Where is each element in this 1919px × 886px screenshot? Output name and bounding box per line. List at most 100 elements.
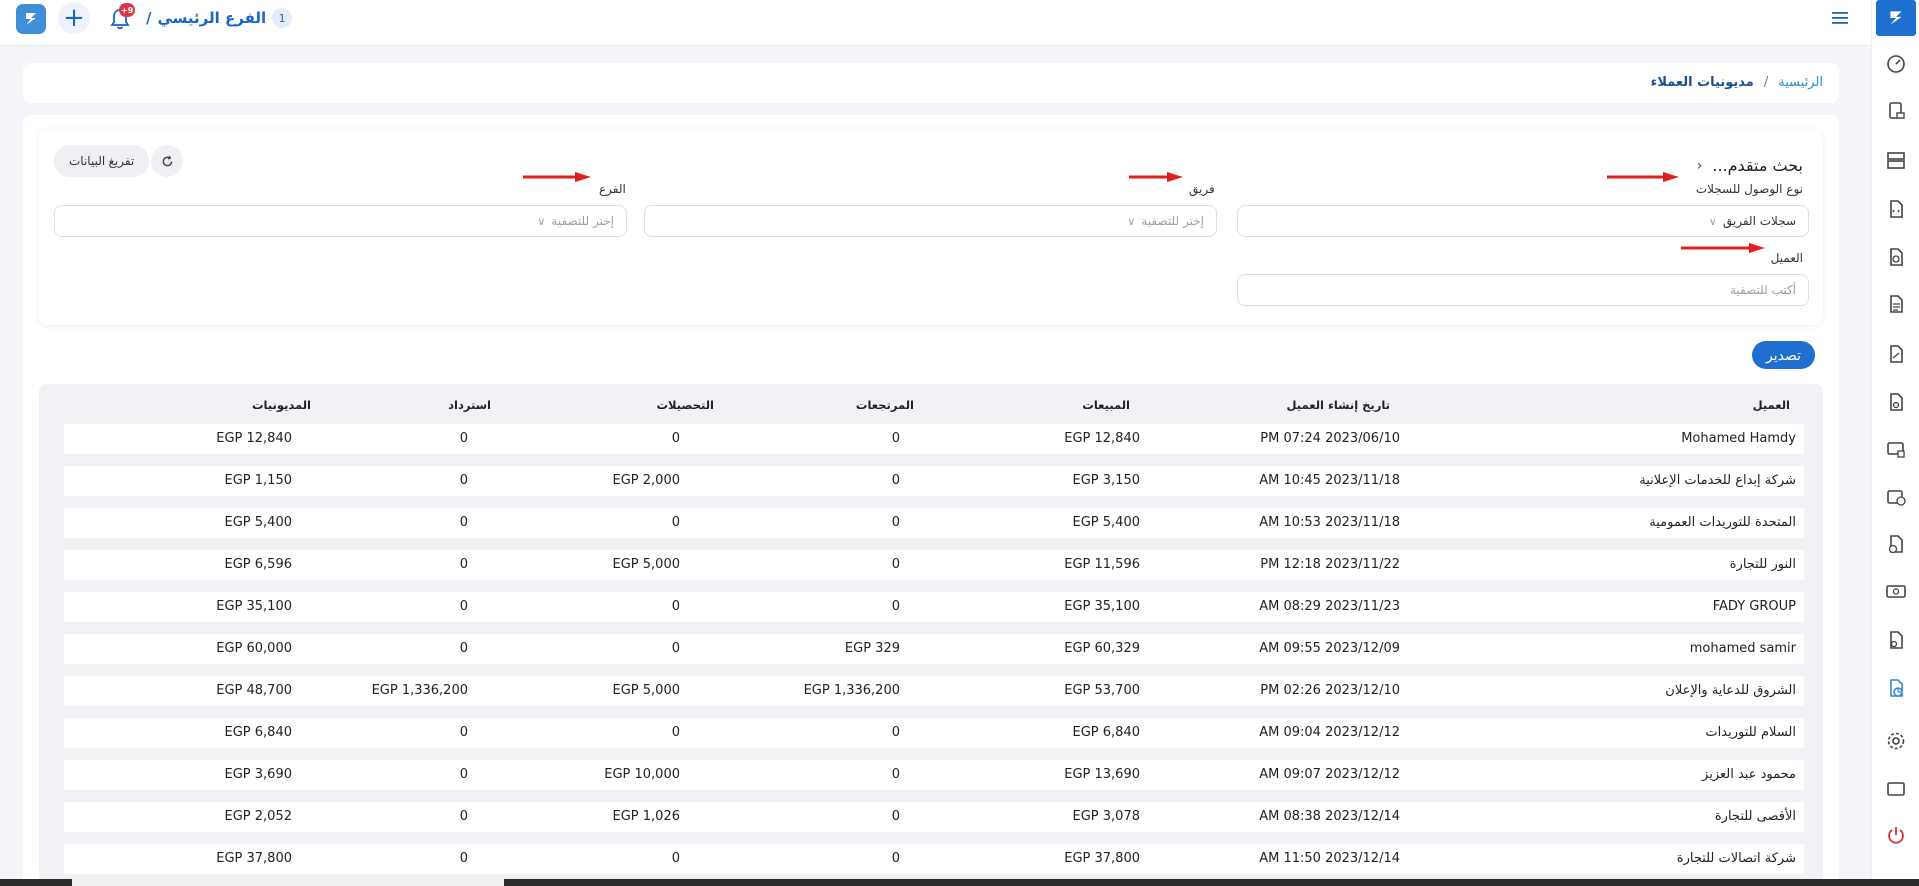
cell-collections: EGP 1,026 (612, 809, 680, 824)
chevron-down-icon: ∨ (537, 214, 546, 228)
invoice-icon[interactable] (1884, 99, 1908, 123)
cell-collections: EGP 5,000 (612, 557, 680, 572)
cell-debts: EGP 12,840 (216, 431, 292, 446)
cell-customer: المتحدة للتوريدات العمومية (1649, 515, 1796, 530)
table-row[interactable]: mohamed samir AM 09:55 2023/12/09 EGP 60,3… (64, 634, 1804, 664)
column-header-created[interactable]: تاريخ إنشاء العميل (1287, 398, 1390, 412)
annotation-arrow-branch (523, 172, 591, 182)
team-placeholder: إختر للتصفية (1141, 214, 1204, 228)
table-row[interactable]: السلام للتوريدات AM 09:04 2023/12/12 EGP 6… (64, 718, 1804, 748)
advanced-search-title: بحث متقدم... (1712, 156, 1803, 175)
branch-selector[interactable]: / الفرع الرئيسي 1 (146, 6, 293, 30)
window-icon[interactable] (1884, 777, 1908, 801)
access-type-select[interactable]: سجلات الفريق ∨ (1237, 205, 1809, 237)
cell-sales: EGP 60,329 (1064, 641, 1140, 656)
column-header-debts[interactable]: المديونيات (252, 398, 311, 412)
table-row[interactable]: الشروق للدعاية والإعلان PM 02:26 2023/12/… (64, 676, 1804, 706)
customer-input[interactable]: أكتب للتصفية (1237, 274, 1809, 306)
menu-toggle-button[interactable] (1829, 8, 1851, 28)
cell-collections: 0 (671, 515, 680, 530)
cash-register-icon[interactable] (1884, 148, 1908, 172)
plus-icon: + (63, 3, 85, 33)
access-type-label: نوع الوصول للسجلات (1695, 182, 1803, 196)
advanced-search-toggle[interactable]: بحث متقدم... ‹ (1697, 156, 1803, 175)
customer-label: العميل (1770, 251, 1803, 265)
cell-debts: EGP 60,000 (216, 641, 292, 656)
cell-customer: النور للتجارة (1729, 557, 1796, 572)
column-header-sales[interactable]: المبيعات (1082, 398, 1130, 412)
document-list-icon[interactable] (1884, 292, 1908, 316)
cell-customer: FADY GROUP (1712, 599, 1796, 614)
cell-refund: 0 (459, 515, 468, 530)
document-discount-icon[interactable] (1884, 245, 1908, 269)
breadcrumb-home-link[interactable]: الرئيسية (1778, 75, 1823, 90)
reports-chart-icon[interactable] (1884, 676, 1908, 700)
power-logout-icon[interactable] (1884, 823, 1908, 847)
column-header-customer[interactable]: العميل (1753, 398, 1790, 412)
refresh-button[interactable] (151, 145, 183, 177)
bottom-bar-segment (72, 879, 504, 886)
table-row[interactable]: الأقصى للتجارة AM 08:38 2023/12/14 EGP 3,0… (64, 802, 1804, 832)
column-header-returns[interactable]: المرتجعات (856, 398, 914, 412)
cell-customer: السلام للتوريدات (1705, 725, 1796, 740)
cell-collections: EGP 5,000 (612, 683, 680, 698)
notification-badge: +9 (119, 3, 136, 17)
branch-placeholder: إختر للتصفية (551, 214, 614, 228)
page-title: مديونيات العملاء (1650, 75, 1754, 90)
cell-sales: EGP 53,700 (1064, 683, 1140, 698)
cell-refund: 0 (459, 809, 468, 824)
document-tag-icon[interactable] (1884, 342, 1908, 366)
cell-debts: EGP 6,840 (224, 725, 292, 740)
app-logo-icon[interactable] (16, 4, 46, 34)
branch-separator: / (146, 9, 152, 27)
table-row[interactable]: المتحدة للتوريدات العمومية AM 10:53 2023/… (64, 508, 1804, 538)
table-row[interactable]: محمود عبد العزيز AM 09:07 2023/12/12 EGP 1… (64, 760, 1804, 790)
cell-created: PM 07:24 2023/06/10 (1260, 431, 1400, 446)
breadcrumb-separator: / (1763, 75, 1769, 90)
clear-data-button[interactable]: تفريغ البيانات (54, 145, 150, 177)
team-select[interactable]: إختر للتصفية ∨ (644, 205, 1217, 237)
money-icon[interactable] (1884, 579, 1908, 603)
cell-debts: EGP 5,400 (224, 515, 292, 530)
cell-debts: EGP 6,596 (224, 557, 292, 572)
branch-select[interactable]: إختر للتصفية ∨ (54, 205, 627, 237)
document-code-icon[interactable] (1884, 197, 1908, 221)
table-row[interactable]: النور للتجارة PM 12:18 2023/11/22 EGP 11,5… (64, 550, 1804, 580)
wallet-add-icon[interactable] (1884, 485, 1908, 509)
cell-collections: 0 (671, 599, 680, 614)
dashboard-gauge-icon[interactable] (1884, 52, 1908, 76)
table-row[interactable]: FADY GROUP AM 08:29 2023/11/23 EGP 35,100 0… (64, 592, 1804, 622)
document-user-icon[interactable] (1884, 628, 1908, 652)
main-panel: بحث متقدم... ‹ تفريغ البيانات نوع الوصول… (23, 115, 1839, 886)
column-header-refund[interactable]: استرداد (448, 398, 491, 412)
cell-collections: EGP 10,000 (604, 767, 680, 782)
pos-monitor-icon[interactable] (1884, 438, 1908, 462)
advanced-search-card: بحث متقدم... ‹ تفريغ البيانات نوع الوصول… (39, 129, 1823, 325)
document-add-icon[interactable] (1884, 532, 1908, 556)
cell-refund: 0 (459, 851, 468, 866)
team-label: فريق (1189, 182, 1215, 196)
cell-returns: 0 (891, 767, 900, 782)
cell-created: AM 10:53 2023/11/18 (1259, 515, 1400, 530)
settings-gear-icon[interactable] (1884, 729, 1908, 753)
table-row[interactable]: شركة اتصالات للتجارة AM 11:50 2023/12/14 E… (64, 844, 1804, 874)
cell-debts: EGP 37,800 (216, 851, 292, 866)
cell-debts: EGP 1,150 (224, 473, 292, 488)
cell-sales: EGP 3,150 (1072, 473, 1140, 488)
table-row[interactable]: Mohamed Hamdy PM 07:24 2023/06/10 EGP 12,8… (64, 424, 1804, 454)
cell-sales: EGP 5,400 (1072, 515, 1140, 530)
bottom-bar (0, 879, 1919, 886)
cell-collections: 0 (671, 851, 680, 866)
add-button[interactable]: + (58, 2, 90, 34)
table-row[interactable]: شركة إبداع للخدمات الإعلانية AM 10:45 202… (64, 466, 1804, 496)
annotation-arrow-customer (1681, 243, 1765, 253)
column-header-collections[interactable]: التحصيلات (656, 398, 714, 412)
document-percent-icon[interactable] (1884, 390, 1908, 414)
table-header: العميل تاريخ إنشاء العميل المبيعات المرت… (39, 398, 1823, 422)
cell-refund: 0 (459, 725, 468, 740)
export-button[interactable]: تصدير (1752, 341, 1816, 369)
sidebar-logo-icon[interactable] (1876, 0, 1916, 36)
cell-sales: EGP 37,800 (1064, 851, 1140, 866)
chevron-left-icon: ‹ (1696, 157, 1703, 174)
cell-customer: Mohamed Hamdy (1681, 431, 1796, 446)
